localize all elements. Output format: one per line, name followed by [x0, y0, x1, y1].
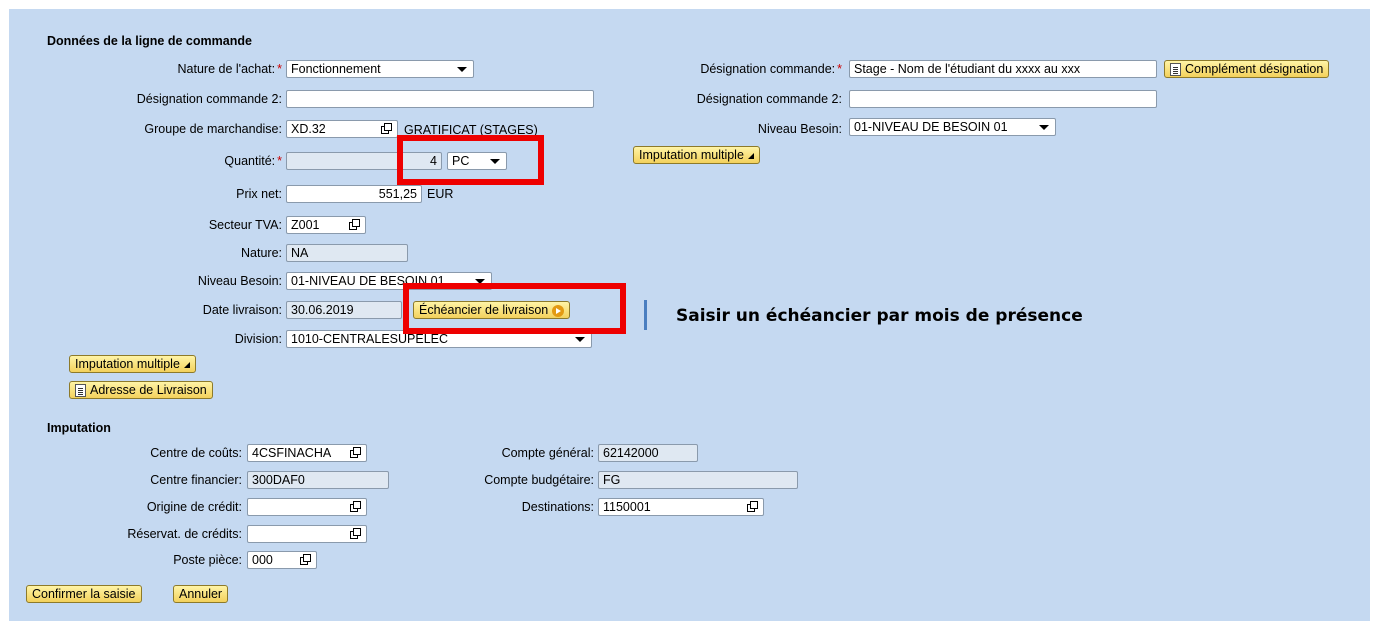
address-document-icon: [75, 384, 86, 398]
section-title-order-line: Données de la ligne de commande: [47, 34, 252, 48]
cancel-button[interactable]: Annuler: [173, 585, 229, 603]
compte-general-label: Compte général:: [501, 446, 594, 460]
niveau-besoin-label: Niveau Besoin:: [197, 274, 282, 288]
groupe-marchandise-input[interactable]: XD.32: [286, 120, 398, 138]
designation-commande-input[interactable]: Stage - Nom de l'étudiant du xxxx au xxx: [849, 60, 1157, 78]
compte-general-input: 62142000: [598, 444, 698, 462]
centre-financier-input: 300DAF0: [247, 471, 389, 489]
value-help-icon[interactable]: [381, 123, 392, 134]
nature-achat-label: Nature de l'achat: *: [177, 62, 282, 76]
origine-credit-label: Origine de crédit:: [146, 500, 242, 514]
annotation-marker: [644, 300, 647, 330]
prix-net-label: Prix net:: [236, 187, 282, 201]
value-help-icon[interactable]: [349, 219, 360, 230]
quantite-label: Quantité: *: [224, 154, 282, 168]
prix-net-input[interactable]: 551,25: [286, 185, 422, 203]
imputation-multiple-left-button[interactable]: Imputation multiple: [69, 355, 196, 373]
imputation-multiple-right-button[interactable]: Imputation multiple: [633, 146, 760, 164]
poste-piece-input[interactable]: 000: [247, 551, 317, 569]
origine-credit-input[interactable]: [247, 498, 367, 516]
compte-budgetaire-input: FG: [598, 471, 798, 489]
secteur-tva-input[interactable]: Z001: [286, 216, 366, 234]
date-livraison-label: Date livraison:: [202, 303, 282, 317]
section-title-imputation: Imputation: [47, 421, 111, 435]
compte-budgetaire-label: Compte budgétaire:: [484, 473, 594, 487]
chevron-down-icon: [1039, 125, 1049, 130]
designation-commande-2-right-label: Désignation commande 2:: [696, 92, 842, 106]
value-help-icon[interactable]: [350, 528, 361, 539]
niveau-besoin-right-dropdown[interactable]: 01-NIVEAU DE BESOIN 01: [849, 118, 1056, 136]
expand-triangle-icon: [183, 361, 190, 368]
value-help-icon[interactable]: [350, 501, 361, 512]
chevron-down-icon: [457, 67, 467, 72]
destinations-label: Destinations:: [521, 500, 594, 514]
complement-designation-button[interactable]: Complément désignation: [1164, 60, 1330, 78]
chevron-down-icon: [575, 337, 585, 342]
designation-commande-2-right-input[interactable]: [849, 90, 1157, 108]
destinations-input[interactable]: 1150001: [598, 498, 764, 516]
nature-label: Nature:: [241, 246, 282, 260]
highlight-box-echeancier: [403, 283, 626, 334]
document-icon: [1170, 63, 1181, 77]
poste-piece-label: Poste pièce:: [173, 553, 242, 567]
centre-couts-input[interactable]: 4CSFINACHA: [247, 444, 367, 462]
value-help-icon[interactable]: [350, 447, 361, 458]
groupe-marchandise-label: Groupe de marchandise:: [144, 122, 282, 136]
designation-commande-2-input[interactable]: [286, 90, 594, 108]
nature-achat-dropdown[interactable]: Fonctionnement: [286, 60, 474, 78]
niveau-besoin-right-label: Niveau Besoin:: [757, 122, 842, 136]
currency-label: EUR: [427, 187, 454, 201]
expand-triangle-icon: [747, 152, 754, 159]
designation-commande-2-label: Désignation commande 2:: [136, 92, 282, 106]
reservat-credits-label: Réservat. de crédits:: [127, 527, 242, 541]
highlight-box-quantity: [397, 135, 544, 185]
annotation-text: Saisir un échéancier par mois de présenc…: [676, 306, 1083, 326]
nature-input: NA: [286, 244, 408, 262]
centre-financier-label: Centre financier:: [150, 473, 242, 487]
secteur-tva-label: Secteur TVA:: [208, 218, 282, 232]
date-livraison-input[interactable]: 30.06.2019: [286, 301, 402, 319]
centre-couts-label: Centre de coûts:: [150, 446, 242, 460]
designation-commande-label: Désignation commande: *: [700, 62, 842, 76]
division-label: Division:: [234, 332, 282, 346]
confirm-button[interactable]: Confirmer la saisie: [26, 585, 142, 603]
value-help-icon[interactable]: [300, 554, 311, 565]
reservat-credits-input[interactable]: [247, 525, 367, 543]
value-help-icon[interactable]: [747, 501, 758, 512]
adresse-livraison-button[interactable]: Adresse de Livraison: [69, 381, 213, 399]
